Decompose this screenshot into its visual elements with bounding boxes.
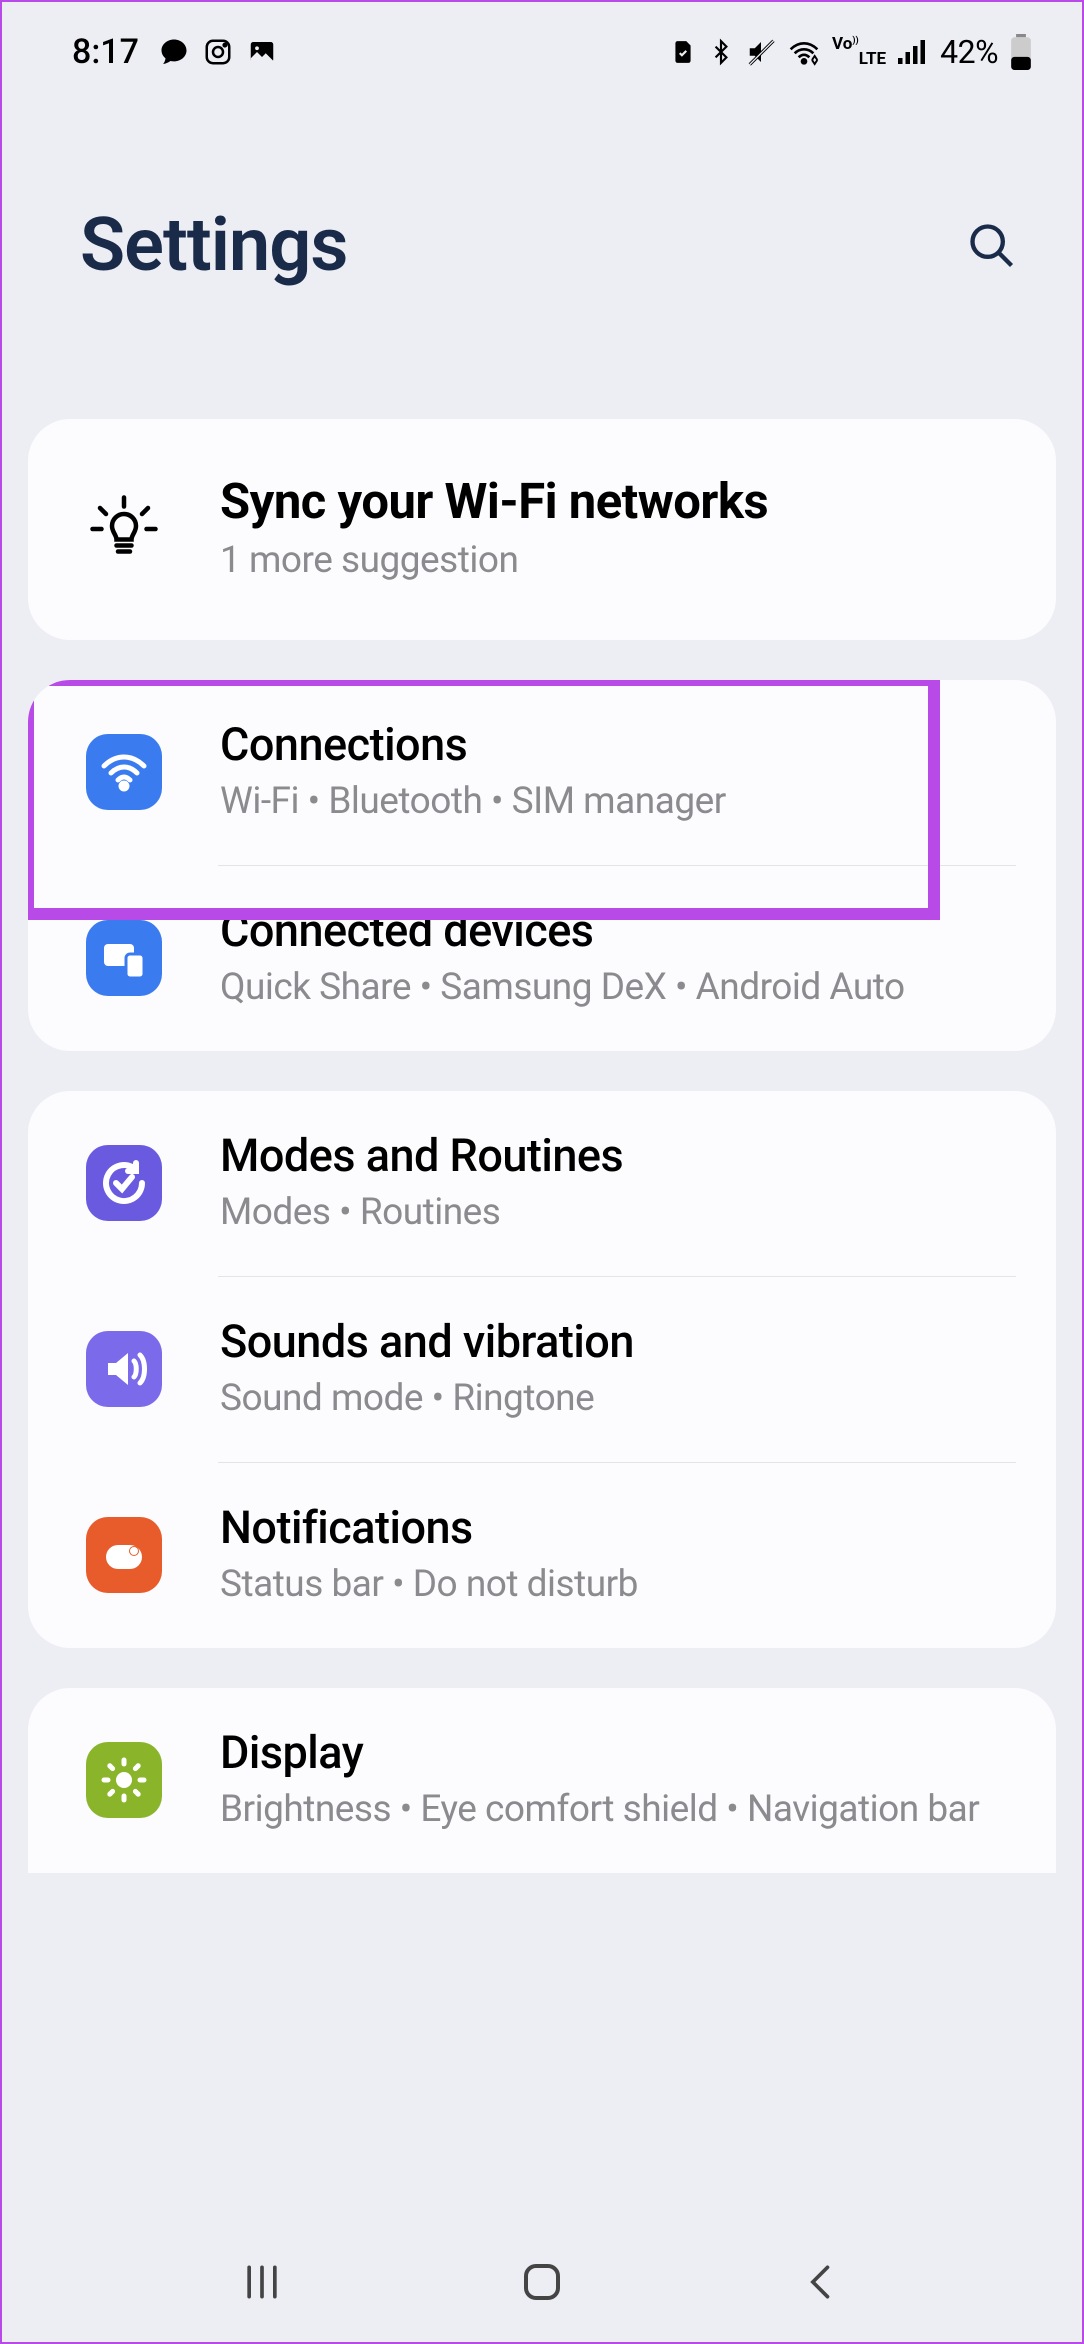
row-sub: Brightness • Eye comfort shield • Naviga… <box>220 1785 1016 1835</box>
row-sub: Sound mode • Ringtone <box>220 1374 1016 1424</box>
devices-icon <box>86 920 162 996</box>
settings-group-2: Display Brightness • Eye comfort shield … <box>28 1688 1056 1873</box>
sound-icon <box>86 1331 162 1407</box>
volte-icon: Vo))LTE <box>832 37 886 68</box>
home-icon <box>518 2258 566 2306</box>
status-bar: 8:17 Vo))LTE 42% <box>2 2 1082 92</box>
row-title: Notifications <box>220 1501 1016 1554</box>
header: Settings <box>2 92 1082 419</box>
signal-icon <box>898 39 928 65</box>
navigation-bar <box>2 2222 1082 2342</box>
status-right: Vo))LTE 42% <box>670 33 1032 71</box>
lightbulb-icon <box>86 491 162 567</box>
routines-icon <box>86 1145 162 1221</box>
row-title: Connections <box>220 718 1016 771</box>
wifi-status-icon <box>788 38 820 66</box>
suggestion-sub: 1 more suggestion <box>220 536 1016 586</box>
row-title: Display <box>220 1726 1016 1779</box>
bluetooth-icon <box>708 35 734 69</box>
suggestion-title: Sync your Wi-Fi networks <box>220 473 1016 530</box>
row-title: Sounds and vibration <box>220 1315 1016 1368</box>
page-title: Settings <box>80 202 347 289</box>
notifications-icon <box>86 1517 162 1593</box>
row-sub: Wi-Fi • Bluetooth • SIM manager <box>220 777 1016 827</box>
mute-icon <box>746 37 776 67</box>
back-button[interactable] <box>792 2252 852 2312</box>
row-sub: Status bar • Do not disturb <box>220 1560 1016 1610</box>
status-clock: 8:17 <box>72 32 139 72</box>
row-sub: Quick Share • Samsung DeX • Android Auto <box>220 963 1016 1013</box>
settings-group-1: Modes and Routines Modes • Routines Soun… <box>28 1091 1056 1648</box>
message-icon <box>159 37 189 67</box>
card-icon <box>670 39 696 65</box>
search-button[interactable] <box>962 216 1022 276</box>
battery-percent: 42% <box>940 33 998 71</box>
row-sounds-vibration[interactable]: Sounds and vibration Sound mode • Ringto… <box>28 1277 1056 1462</box>
wifi-icon <box>86 734 162 810</box>
row-title: Connected devices <box>220 904 1016 957</box>
home-button[interactable] <box>512 2252 572 2312</box>
battery-icon <box>1010 34 1032 70</box>
row-notifications[interactable]: Notifications Status bar • Do not distur… <box>28 1463 1056 1648</box>
row-display[interactable]: Display Brightness • Eye comfort shield … <box>28 1688 1056 1873</box>
recents-button[interactable] <box>232 2252 292 2312</box>
instagram-icon <box>203 37 233 67</box>
back-icon <box>800 2260 844 2304</box>
suggestion-card[interactable]: Sync your Wi-Fi networks 1 more suggesti… <box>28 419 1056 640</box>
status-left: 8:17 <box>72 32 277 72</box>
row-connected-devices[interactable]: Connected devices Quick Share • Samsung … <box>28 866 1056 1051</box>
brightness-icon <box>86 1742 162 1818</box>
recents-icon <box>240 2260 284 2304</box>
row-title: Modes and Routines <box>220 1129 1016 1182</box>
gallery-icon <box>247 37 277 67</box>
settings-group-0: Connections Wi-Fi • Bluetooth • SIM mana… <box>28 680 1056 1051</box>
suggestion-row[interactable]: Sync your Wi-Fi networks 1 more suggesti… <box>28 419 1056 640</box>
row-modes-routines[interactable]: Modes and Routines Modes • Routines <box>28 1091 1056 1276</box>
row-connections[interactable]: Connections Wi-Fi • Bluetooth • SIM mana… <box>28 680 1056 865</box>
search-icon <box>966 220 1018 272</box>
row-sub: Modes • Routines <box>220 1188 1016 1238</box>
